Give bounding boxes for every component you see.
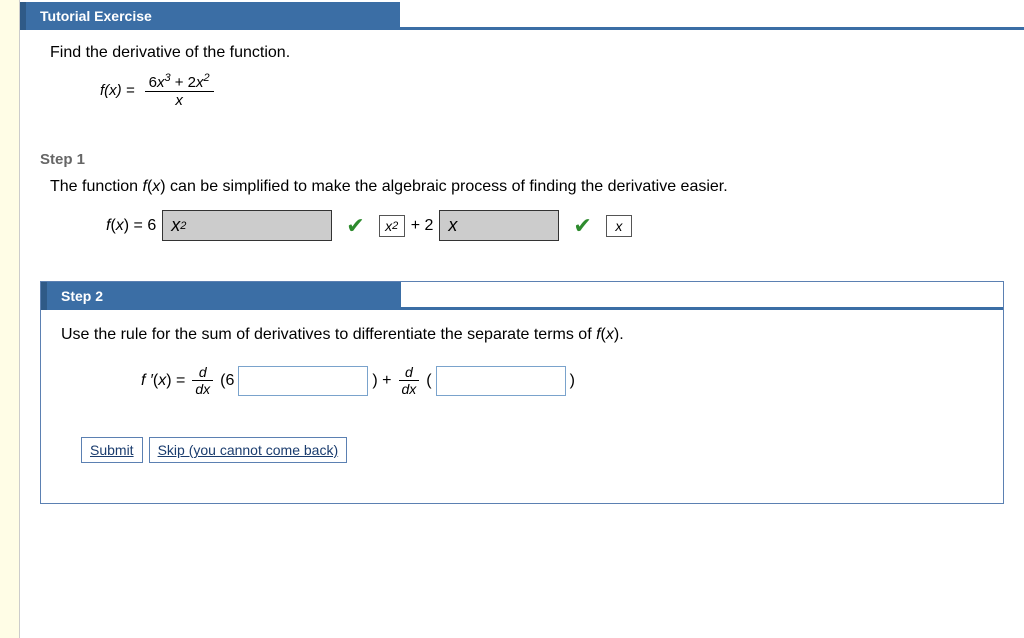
step1-answer1[interactable]: x2 xyxy=(162,210,332,241)
denominator: x xyxy=(145,92,214,109)
step2-body: Use the rule for the sum of derivatives … xyxy=(41,310,1003,473)
step1-label: Step 1 xyxy=(40,151,1024,168)
submit-button[interactable]: Submit xyxy=(81,437,143,463)
step2-text: Use the rule for the sum of derivatives … xyxy=(61,326,983,344)
skip-button[interactable]: Skip (you cannot come back) xyxy=(149,437,348,463)
tutorial-title: Tutorial Exercise xyxy=(20,2,400,30)
step2-label: Step 2 xyxy=(41,282,401,310)
ddx-2: d dx xyxy=(399,364,420,397)
question-prompt: Find the derivative of the function. xyxy=(50,44,1024,62)
close-paren-2: ) xyxy=(570,372,575,390)
step2-equation-row: f ′(x) = d dx (6 ) + d dx ( ) xyxy=(141,364,983,397)
header-rule xyxy=(400,2,1024,30)
step1-prefix: f(x) = 6 xyxy=(106,217,156,235)
step1-text: The function f(x) can be simplified to m… xyxy=(50,178,1004,196)
check-icon: ✔ xyxy=(573,213,591,239)
step2-header: Step 2 xyxy=(41,282,1003,310)
ddx-1: d dx xyxy=(192,364,213,397)
step1-equation-row: f(x) = 6 x2 ✔ x2 + 2 x ✔ x xyxy=(106,210,1004,241)
open-paren-2: ( xyxy=(426,372,431,390)
button-row: Submit Skip (you cannot come back) xyxy=(81,437,983,463)
numerator: 6x3 + 2x2 xyxy=(145,72,214,92)
left-margin xyxy=(0,0,20,638)
step2-input-2[interactable] xyxy=(436,366,566,396)
step1-mid: + 2 xyxy=(411,217,434,235)
check-icon: ✔ xyxy=(346,213,364,239)
step2-container: Step 2 Use the rule for the sum of deriv… xyxy=(40,281,1004,504)
fx-label: f(x) = xyxy=(100,82,135,99)
step1-answer2[interactable]: x xyxy=(439,210,559,241)
fraction: 6x3 + 2x2 x xyxy=(145,72,214,109)
step1-mini2[interactable]: x xyxy=(606,215,632,237)
tutorial-header: Tutorial Exercise xyxy=(20,2,1024,30)
step1-mini1[interactable]: x2 xyxy=(379,215,405,237)
question-body: Find the derivative of the function. f(x… xyxy=(20,30,1024,121)
close-paren-1: ) + xyxy=(372,372,391,390)
content-area: Tutorial Exercise Find the derivative of… xyxy=(20,0,1024,638)
question-equation: f(x) = 6x3 + 2x2 x xyxy=(100,72,1024,109)
step1-body: The function f(x) can be simplified to m… xyxy=(20,178,1024,261)
step2-rule xyxy=(401,282,1003,310)
step2-input-1[interactable] xyxy=(238,366,368,396)
fprime-label: f ′(x) = xyxy=(141,372,185,390)
open-paren-1: (6 xyxy=(220,372,234,390)
